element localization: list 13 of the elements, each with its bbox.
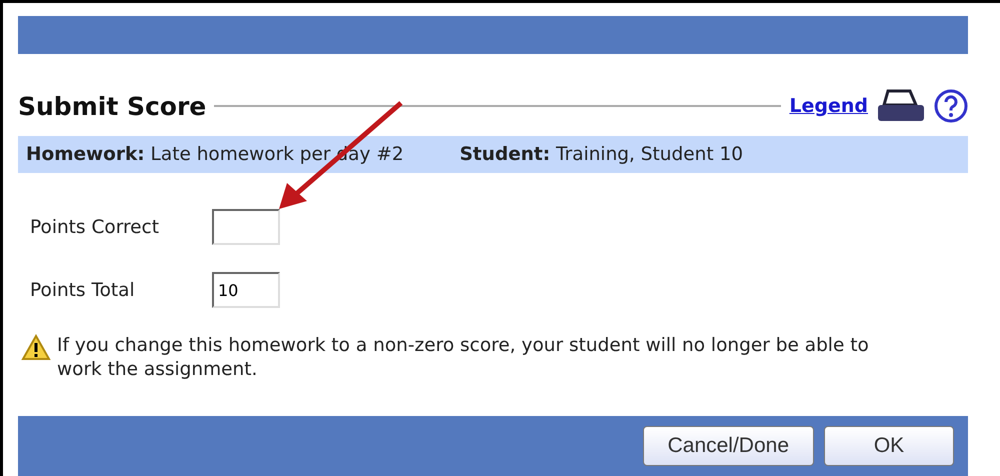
field-label: Points Correct [30,216,160,238]
warning-icon [21,334,51,361]
legend-link[interactable]: Legend [789,95,868,117]
field-label: Points Total [30,280,136,300]
dialog-title: Submit Score [18,92,206,120]
info-text: Student: Training, Student 10 [460,144,744,165]
input-field[interactable]: 10 [212,272,280,308]
warning-message: If you change this homework to a non-zero score, your student will no longer be able to work the assignment. [57,334,870,382]
printer-icon[interactable] [876,89,926,123]
dialog-button[interactable]: OK [824,426,954,466]
help-icon[interactable] [934,89,968,123]
input-field[interactable] [212,209,280,245]
dialog-button[interactable]: Cancel/Done [642,426,814,466]
